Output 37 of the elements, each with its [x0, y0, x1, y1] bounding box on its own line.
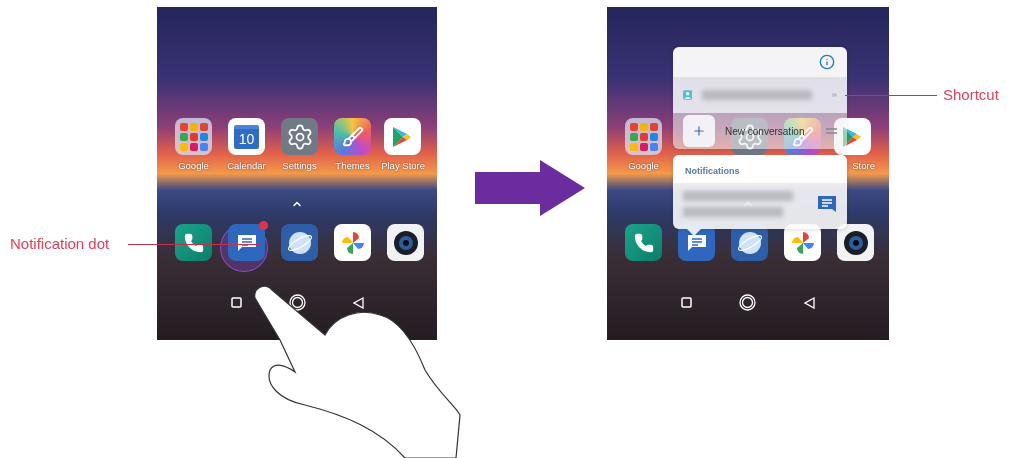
- plus-icon: [683, 115, 715, 147]
- camera-lens-icon[interactable]: [387, 224, 424, 261]
- circle-icon[interactable]: [739, 294, 757, 311]
- globe-icon[interactable]: [281, 224, 318, 261]
- camera-lens-icon[interactable]: [837, 224, 874, 261]
- square-icon[interactable]: [230, 297, 242, 308]
- popup-pointer: [687, 229, 701, 236]
- pinwheel-icon[interactable]: [334, 224, 371, 261]
- drag-handle-icon[interactable]: [832, 92, 837, 98]
- app-label: Google: [178, 160, 209, 172]
- message-icon: [817, 195, 837, 213]
- drag-handle-icon[interactable]: [826, 128, 837, 134]
- message-bubble-icon[interactable]: [228, 224, 265, 261]
- info-icon[interactable]: [819, 54, 835, 70]
- triangle-icon[interactable]: [352, 296, 364, 309]
- callout-label: Notification dot: [10, 235, 110, 252]
- gear-icon[interactable]: [281, 118, 318, 155]
- circle-icon[interactable]: [288, 294, 306, 311]
- folder-icon[interactable]: [175, 118, 212, 155]
- app-label: Themes: [335, 160, 370, 172]
- square-icon[interactable]: [680, 297, 692, 308]
- triangle-icon[interactable]: [804, 296, 816, 309]
- brush-icon[interactable]: [334, 118, 371, 155]
- calendar-date: 10: [234, 124, 259, 149]
- app-label: Settings: [282, 160, 317, 172]
- phone-icon[interactable]: [175, 224, 212, 261]
- callout-label: Shortcut: [943, 86, 999, 103]
- phone-icon[interactable]: [625, 224, 662, 261]
- app-label: Play Store: [381, 160, 425, 172]
- calendar-icon[interactable]: 10: [228, 118, 265, 155]
- app-label: Store: [852, 160, 875, 172]
- app-label: Google: [628, 160, 659, 172]
- app-label: Calendar: [227, 160, 266, 172]
- shortcut-item[interactable]: New conversation: [673, 113, 847, 149]
- right-arrow-icon: [475, 160, 585, 216]
- notifications-heading: Notifications: [685, 166, 740, 176]
- folder-icon[interactable]: [625, 118, 662, 155]
